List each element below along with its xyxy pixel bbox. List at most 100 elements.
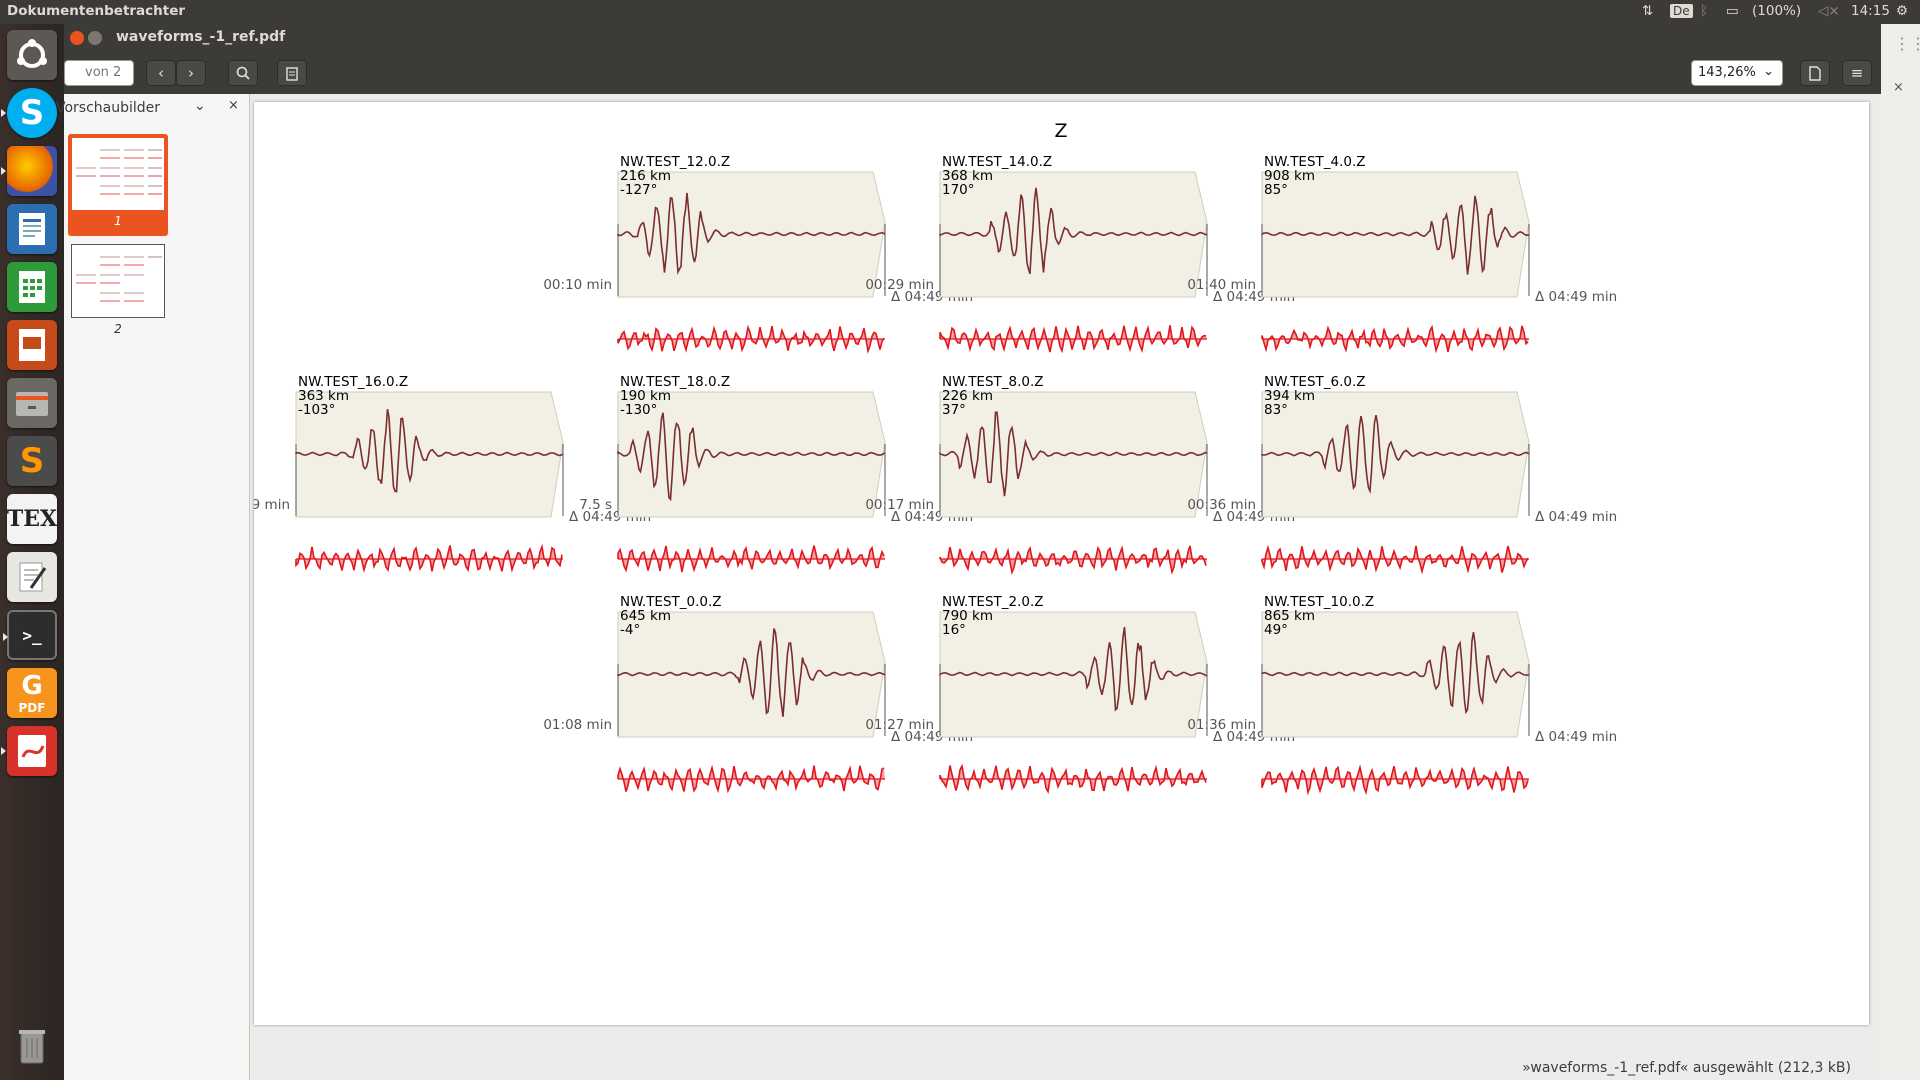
hamburger-icon: ≡: [1850, 64, 1864, 82]
thumbnail-image: [71, 244, 165, 318]
waveform-panel: NW.TEST_16.0.Z363 km-103°00:29 minΔ 04:4…: [254, 374, 651, 574]
clipboard-icon: [286, 66, 298, 81]
time-start-label: 00:10 min: [543, 277, 612, 293]
chevron-right-icon: ›: [188, 64, 194, 82]
ubuntu-dash-icon[interactable]: [7, 30, 57, 80]
search-button[interactable]: [228, 60, 258, 86]
time-end-label: Δ 04:49 min: [1535, 509, 1617, 525]
sublime-icon[interactable]: S: [7, 436, 57, 486]
panel-label-azi: 16°: [942, 622, 966, 638]
trace-box: [295, 391, 564, 518]
waveform-figure: Z NW.TEST_12.0.Z216 km-127°00:10 minΔ 04…: [254, 120, 1617, 796]
thumbnail-page-1[interactable]: 1: [68, 134, 168, 236]
waveform-panel: NW.TEST_18.0.Z190 km-130°7.5 sΔ 04:49 mi…: [579, 374, 973, 573]
thumbnail-label: 1: [114, 214, 122, 228]
thumbnail-page-2[interactable]: 2: [68, 244, 168, 336]
waveform-panel: NW.TEST_4.0.Z908 km85°01:40 minΔ 04:49 m…: [1187, 154, 1617, 354]
skype-icon[interactable]: S: [1, 88, 57, 138]
calc-icon[interactable]: [7, 262, 57, 312]
titlebar: waveforms_-1_ref.pdf: [64, 24, 1881, 52]
minimize-window-button[interactable]: [88, 31, 102, 45]
document-viewer-icon[interactable]: [1, 726, 57, 776]
panel-label-azi: 49°: [1264, 622, 1288, 638]
zoom-select[interactable]: 143,26% ⌄: [1691, 60, 1783, 86]
waveform-panel: NW.TEST_10.0.Z865 km49°01:36 minΔ 04:49 …: [1187, 594, 1617, 796]
battery-icon[interactable]: ▭: [1726, 3, 1739, 19]
panel-label-azi: -127°: [620, 182, 657, 198]
writer-icon[interactable]: [7, 204, 57, 254]
close-icon[interactable]: ×: [1893, 80, 1904, 95]
sidebar-header: Vorschaubilder ⌄ ×: [56, 94, 249, 122]
waveform-panel: NW.TEST_14.0.Z368 km170°00:29 minΔ 04:49…: [865, 154, 1295, 354]
close-window-button[interactable]: [70, 31, 84, 45]
annotations-button[interactable]: [277, 60, 307, 86]
time-start-label: 01:36 min: [1187, 717, 1256, 733]
toolbar: von 2 ‹ › 143,26% ⌄ ≡: [64, 52, 1881, 94]
document-area[interactable]: Z NW.TEST_12.0.Z 216 km -127° 00:10 min Δ 04…: [250, 94, 1881, 1080]
text-editor-icon[interactable]: [7, 552, 57, 602]
next-page-button[interactable]: ›: [176, 60, 206, 86]
time-start-label: 01:40 min: [1187, 277, 1256, 293]
side-strip: ⋮⋮ ×: [1881, 24, 1920, 1080]
chevron-down-icon: ⌄: [1763, 64, 1774, 79]
impress-icon[interactable]: [7, 320, 57, 370]
window-title: waveforms_-1_ref.pdf: [116, 29, 286, 45]
panel-label-azi: -103°: [298, 402, 335, 418]
zoom-value: 143,26%: [1698, 65, 1756, 80]
volume-icon[interactable]: ◁×: [1818, 3, 1840, 19]
launcher: S S TEX >_ G PDF: [0, 24, 64, 1080]
pdf-icon[interactable]: G PDF: [7, 668, 57, 718]
bluetooth-icon[interactable]: ᛒ: [1700, 3, 1708, 19]
time-end-label: Δ 04:49 min: [1535, 289, 1617, 305]
network-icon[interactable]: ⇅: [1642, 3, 1653, 19]
time-start-label: 00:29 min: [865, 277, 934, 293]
panel-label-azi: 37°: [942, 402, 966, 418]
panel-label-azi: 170°: [942, 182, 975, 198]
clock[interactable]: 14:15: [1851, 3, 1890, 19]
time-start-label: 00:17 min: [865, 497, 934, 513]
figure-title: Z: [1054, 120, 1067, 142]
panel-label-azi: -4°: [620, 622, 640, 638]
save-document-button[interactable]: [1800, 60, 1830, 86]
thumbnail-label: 2: [114, 322, 122, 336]
sidebar: Vorschaubilder ⌄ × 1 2: [56, 94, 250, 1080]
waveform-panel: NW.TEST_6.0.Z394 km83°00:36 minΔ 04:49 m…: [1187, 374, 1617, 575]
terminal-icon[interactable]: >_: [3, 610, 57, 660]
texmaker-icon[interactable]: TEX: [7, 494, 57, 544]
menu-button[interactable]: ≡: [1842, 60, 1872, 86]
waveform-panel: NW.TEST_12.0.Z216 km-127°00:10 minΔ 04:4…: [543, 154, 973, 354]
battery-percent[interactable]: (100%): [1752, 3, 1801, 19]
trash-icon[interactable]: [7, 1020, 57, 1070]
search-icon: [236, 66, 250, 80]
close-sidebar-icon[interactable]: ×: [228, 98, 239, 113]
chevron-down-icon[interactable]: ⌄: [194, 98, 206, 114]
top-panel: Dokumentenbetrachter ⇅ De ᛒ ▭ (100%) ◁× …: [0, 0, 1920, 24]
page-of-label[interactable]: von 2: [64, 60, 134, 86]
panel-label-azi: 83°: [1264, 402, 1288, 418]
content-area: Vorschaubilder ⌄ × 1 2 Z NW.TEST_12.0.Z …: [56, 94, 1881, 1080]
document-icon: [1809, 65, 1821, 81]
chevron-left-icon: ‹: [158, 64, 164, 82]
time-start-label: 01:08 min: [543, 717, 612, 733]
time-start-label: 7.5 s: [579, 497, 612, 513]
document-viewer-window: waveforms_-1_ref.pdf von 2 ‹ › 143,26% ⌄…: [56, 24, 1881, 1080]
app-name: Dokumentenbetrachter: [7, 3, 186, 19]
firefox-icon[interactable]: [1, 146, 57, 196]
time-start-label: 01:27 min: [865, 717, 934, 733]
sidebar-title[interactable]: Vorschaubilder: [56, 100, 160, 116]
keyboard-layout[interactable]: De: [1670, 4, 1693, 18]
time-start-label: 00:29 min: [254, 497, 290, 513]
panel-label-azi: 85°: [1264, 182, 1288, 198]
system-gear-icon[interactable]: ⚙: [1896, 3, 1908, 19]
status-bar: »waveforms_-1_ref.pdf« ausgewählt (212,3…: [1522, 1060, 1851, 1076]
waveform-panel: NW.TEST_8.0.Z226 km37°00:17 minΔ 04:49 m…: [865, 374, 1295, 576]
waveform-panel: NW.TEST_0.0.Z645 km-4°01:08 minΔ 04:49 m…: [543, 594, 973, 794]
waveform-panel: NW.TEST_2.0.Z790 km16°01:27 minΔ 04:49 m…: [865, 594, 1295, 794]
grid-icon: ⋮⋮: [1894, 34, 1920, 53]
files-icon[interactable]: [7, 378, 57, 428]
time-end-label: Δ 04:49 min: [1535, 729, 1617, 745]
time-start-label: 00:36 min: [1187, 497, 1256, 513]
pdf-page: Z NW.TEST_12.0.Z 216 km -127° 00:10 min Δ 04…: [254, 102, 1869, 1025]
previous-page-button[interactable]: ‹: [146, 60, 176, 86]
thumbnail-image: [72, 138, 164, 210]
